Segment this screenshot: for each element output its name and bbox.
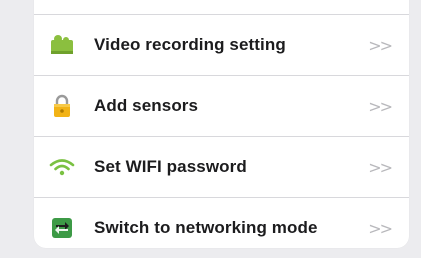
menu-item-label: Video recording setting — [94, 35, 286, 54]
wifi-icon — [48, 153, 76, 181]
menu-item-label: Set WIFI password — [94, 157, 247, 176]
settings-card: Video recording setting >> Add sensors >… — [34, 0, 409, 248]
chevron-right-icon: >> — [368, 157, 393, 177]
menu-item-label: Switch to networking mode — [94, 218, 318, 237]
menu-item-add-sensors[interactable]: Add sensors >> — [34, 76, 409, 136]
menu-item-networking-mode[interactable]: Switch to networking mode >> — [34, 198, 409, 258]
menu-item-video-recording[interactable]: Video recording setting >> — [34, 15, 409, 75]
video-camera-icon — [48, 31, 76, 59]
menu-item-wifi-password[interactable]: Set WIFI password >> — [34, 137, 409, 197]
lock-icon — [48, 92, 76, 120]
switch-arrows-icon — [48, 214, 76, 242]
chevron-right-icon: >> — [368, 96, 393, 116]
chevron-right-icon: >> — [368, 218, 393, 238]
menu-item-label: Add sensors — [94, 96, 199, 115]
chevron-right-icon: >> — [368, 35, 393, 55]
